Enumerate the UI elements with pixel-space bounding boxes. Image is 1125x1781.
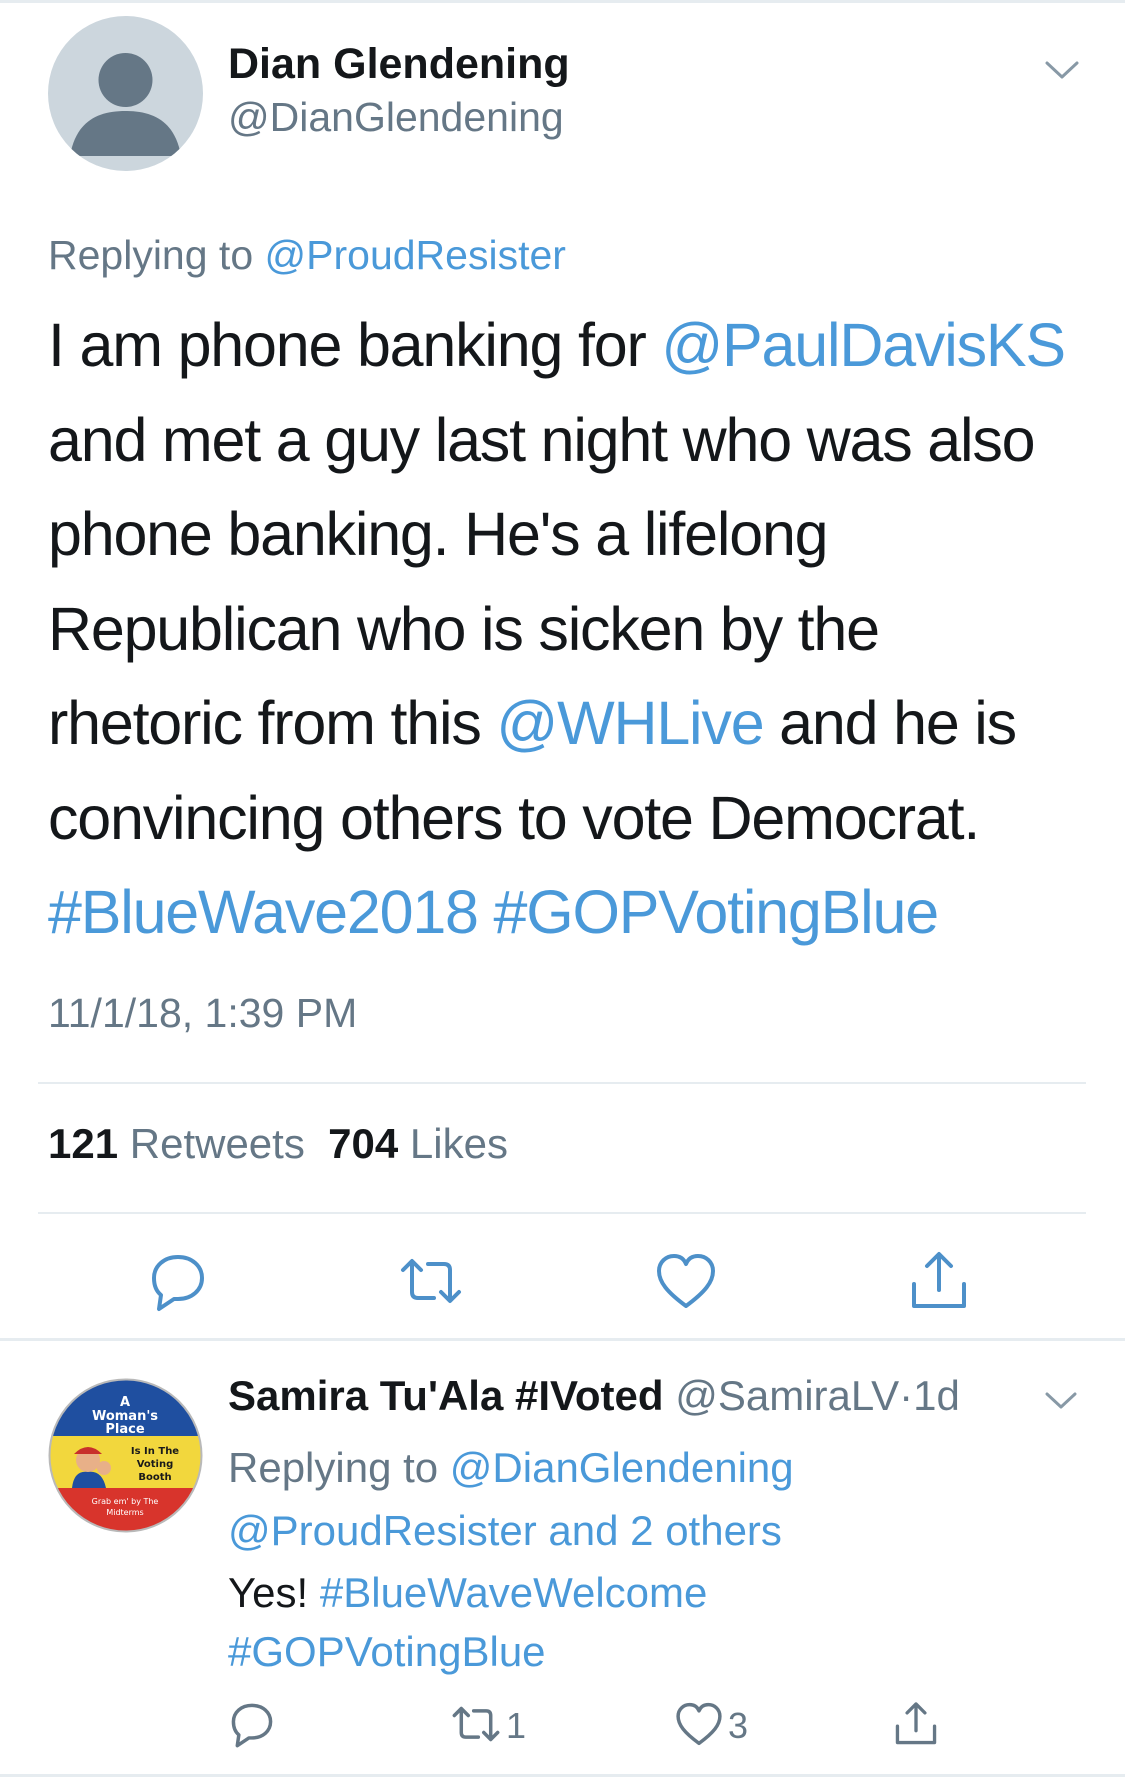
likes-count: 704: [328, 1120, 399, 1167]
tweet-text-segment: and he is: [763, 689, 1017, 757]
likes-label: Likes: [409, 1120, 508, 1167]
hashtag-link[interactable]: #GOPVotingBlue: [494, 878, 940, 946]
like-heart-icon[interactable]: [655, 1250, 717, 1312]
reply-author-handle[interactable]: @SamiraLV: [675, 1372, 899, 1419]
author-avatar[interactable]: [48, 16, 203, 171]
reply-mention-1[interactable]: @DianGlendening: [450, 1444, 794, 1491]
reply-text: Yes! #BlueWaveWelcome #GOPVotingBlue: [228, 1563, 1088, 1681]
reply-retweet-count: 1: [506, 1705, 527, 1746]
badge-bottom-2: Midterms: [106, 1508, 143, 1517]
reply-author-avatar[interactable]: A Woman's Place Is In The Voting Booth G…: [48, 1378, 203, 1533]
divider-bottom: [38, 1212, 1086, 1214]
tweet-text-line: convincing others to vote Democrat.: [48, 771, 1108, 866]
tweet-text-segment: convincing others to vote Democrat.: [48, 783, 980, 852]
divider-top: [38, 1082, 1086, 1084]
tweet-text-segment: rhetoric from this: [48, 689, 497, 757]
tweet-text-line: and met a guy last night who was also: [48, 393, 1108, 488]
share-icon[interactable]: [908, 1250, 970, 1312]
top-border: [0, 0, 1125, 3]
default-avatar-icon: [70, 53, 181, 156]
reply-age[interactable]: 1d: [913, 1372, 960, 1419]
reply-hashtag-2[interactable]: #GOPVotingBlue: [228, 1628, 546, 1675]
section-divider: [0, 1338, 1125, 1341]
tweet-text-line: Republican who is sicken by the: [48, 582, 1108, 677]
tweet-text-segment: I am phone banking for: [48, 311, 662, 379]
retweets-label: Retweets: [129, 1120, 305, 1167]
reply-reply-icon[interactable]: [228, 1700, 276, 1748]
replying-to-mention[interactable]: @ProudResister: [265, 232, 566, 278]
replying-to-prefix: Replying to: [48, 232, 265, 278]
reply-replying-prefix: Replying to: [228, 1444, 450, 1491]
reply-replying-to: Replying to @DianGlendening @ProudResiste…: [228, 1436, 1078, 1562]
hashtag-link[interactable]: #BlueWave2018: [48, 878, 479, 946]
tweet-text-segment: [478, 878, 494, 946]
tweet-timestamp: 11/1/18, 1:39 PM: [48, 990, 358, 1036]
tweet-text-line: rhetoric from this @WHLive and he is: [48, 676, 1108, 771]
tweet-text-segment: and met a guy last night who was also: [48, 405, 1036, 474]
author-name[interactable]: Dian Glendening: [228, 40, 570, 89]
badge-text-line3: Place: [105, 1422, 144, 1437]
reply-share-icon[interactable]: [893, 1700, 939, 1748]
likes-stat[interactable]: 704 Likes: [328, 1120, 508, 1167]
tweet-text-segment: phone banking. He's a lifelong: [48, 500, 829, 568]
reply-hashtag-1[interactable]: #BlueWaveWelcome: [320, 1569, 708, 1616]
tweet-text-line: I am phone banking for @PaulDavisKS: [48, 298, 1108, 393]
reply-retweet-icon[interactable]: [450, 1700, 502, 1748]
reply-like-count: 3: [728, 1705, 749, 1746]
retweets-count: 121: [48, 1120, 119, 1167]
reply-mention-2[interactable]: @ProudResister: [228, 1507, 537, 1554]
mention-link[interactable]: @WHLive: [496, 689, 764, 757]
reply-header: Samira Tu'Ala #IVoted @SamiraLV·1d: [228, 1372, 960, 1420]
engagement-stats: 121 Retweets 704 Likes: [48, 1120, 508, 1168]
reply-like-heart-icon[interactable]: [675, 1700, 723, 1748]
retweet-icon[interactable]: [400, 1250, 462, 1312]
badge-text-line1: A: [120, 1395, 130, 1410]
tweet-text-line: #BlueWave2018 #GOPVotingBlue: [48, 865, 1108, 960]
tweet-text: I am phone banking for @PaulDavisKS and m…: [48, 298, 1108, 960]
reply-separator: ·: [899, 1372, 914, 1419]
badge-side-1: Is In The: [131, 1446, 179, 1457]
mention-link[interactable]: @PaulDavisKS: [661, 311, 1066, 379]
author-handle[interactable]: @DianGlendening: [228, 94, 564, 141]
reply-chevron-down-icon[interactable]: [1044, 1386, 1078, 1414]
tweet-text-line: phone banking. He's a lifelong: [48, 487, 1108, 582]
bottom-border: [0, 1774, 1125, 1777]
reply-text-prefix: Yes!: [228, 1569, 320, 1616]
chevron-down-icon[interactable]: [1044, 54, 1080, 84]
reply-others[interactable]: and 2 others: [537, 1507, 782, 1554]
replying-to-line: Replying to @ProudResister: [48, 232, 566, 279]
retweets-stat[interactable]: 121 Retweets: [48, 1120, 305, 1167]
badge-side-3: Booth: [138, 1472, 171, 1483]
reply-icon[interactable]: [147, 1250, 209, 1312]
badge-bottom-1: Grab em' by The: [92, 1497, 159, 1506]
tweet-text-segment: Republican who is sicken by the: [48, 594, 880, 663]
badge-side-2: Voting: [137, 1459, 174, 1470]
reply-author-name[interactable]: Samira Tu'Ala #IVoted: [228, 1372, 664, 1419]
